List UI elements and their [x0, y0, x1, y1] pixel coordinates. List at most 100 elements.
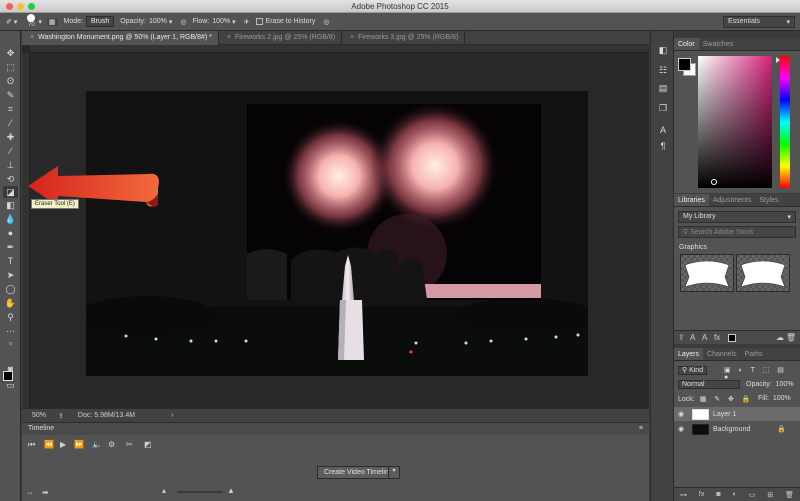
link-layers-icon[interactable]: ⊶	[680, 491, 687, 499]
chevron-down-icon[interactable]: ▾	[169, 18, 173, 26]
quick-selection-tool-icon[interactable]: ✎	[3, 89, 18, 101]
library-graphic-2[interactable]	[736, 254, 790, 292]
edit-toolbar-icon[interactable]: ▫	[3, 337, 18, 349]
color-field[interactable]	[698, 56, 772, 188]
screen-mode-icon[interactable]: ▭	[3, 379, 18, 391]
first-frame-icon[interactable]: ⏮	[28, 440, 35, 450]
next-frame-icon[interactable]: ⏩	[74, 440, 84, 449]
eraser-icon[interactable]: ✐	[6, 18, 12, 26]
layer-row-background[interactable]: ◉ Background 🔒	[674, 422, 800, 436]
tab-fireworks-3[interactable]: × Fireworks 3.jpg @ 25% (RGB/8)	[342, 31, 466, 45]
eraser-tool-icon[interactable]: ◪	[3, 186, 18, 198]
transition-icon[interactable]: ◩	[144, 440, 152, 449]
zoom-tool-icon[interactable]: ⚲	[3, 311, 18, 323]
layer-filter-select[interactable]: ⚲ Kind	[678, 366, 718, 377]
split-icon[interactable]: ✂	[126, 440, 133, 449]
type-tool-icon[interactable]: T	[3, 255, 18, 267]
history-brush-tool-icon[interactable]: ⟲	[3, 173, 18, 185]
brush-settings-icon[interactable]: ▦	[46, 17, 58, 26]
tab-close-icon[interactable]: ×	[350, 34, 354, 41]
tab-channels[interactable]: Channels	[703, 348, 741, 360]
path-selection-tool-icon[interactable]: ➤	[3, 269, 18, 281]
pen-tool-icon[interactable]: ✒	[3, 241, 18, 253]
zoom-in-icon[interactable]: ▲	[227, 486, 235, 495]
tab-color[interactable]: Color	[674, 38, 699, 50]
library-graphic-1[interactable]	[680, 254, 734, 292]
convert-icon[interactable]: ⇔	[26, 488, 34, 497]
add-fx-icon[interactable]: fx	[714, 333, 720, 342]
character-panel-icon[interactable]: A	[657, 125, 669, 137]
more-tools-icon[interactable]: ···	[3, 325, 18, 337]
tab-paths[interactable]: Paths	[741, 348, 767, 360]
add-mask-icon[interactable]: ◙	[716, 491, 720, 498]
chevron-down-icon[interactable]: ▾	[388, 466, 400, 479]
play-icon[interactable]: ▶	[60, 440, 66, 449]
status-menu-icon[interactable]: ›	[171, 412, 173, 419]
gradient-tool-icon[interactable]: ◧	[3, 199, 18, 211]
delete-layer-icon[interactable]: 🗑	[785, 491, 794, 499]
layer-filter-icons[interactable]: ▣ ◐ T ⬚ ▤ ●	[724, 366, 794, 381]
share-icon[interactable]: ⇪	[58, 412, 64, 420]
zoom-out-icon[interactable]: ▴	[162, 486, 166, 495]
brush-tool-icon[interactable]: ∕	[3, 145, 18, 157]
layer-opacity-value[interactable]: 100%	[776, 381, 794, 388]
tab-washington-monument[interactable]: × Washington Monument.png @ 50% (Layer 1,…	[22, 31, 219, 45]
dodge-tool-icon[interactable]: ●	[3, 227, 18, 239]
tab-swatches[interactable]: Swatches	[699, 38, 737, 50]
hand-tool-icon[interactable]: ✋	[3, 297, 18, 309]
blur-tool-icon[interactable]: 💧	[3, 213, 18, 225]
add-text-icon[interactable]: A	[702, 333, 707, 342]
erase-history-checkbox[interactable]	[255, 18, 263, 25]
properties-panel-icon[interactable]: ☷	[657, 65, 669, 77]
settings-icon[interactable]: ⚙	[108, 440, 115, 449]
info-panel-icon[interactable]: ▤	[657, 83, 669, 95]
blend-mode-select[interactable]: Normal	[678, 380, 740, 391]
new-layer-icon[interactable]: ⊞	[767, 491, 773, 499]
fill-value[interactable]: 100%	[773, 395, 791, 402]
zoom-level[interactable]: 50%	[32, 412, 46, 419]
eye-icon[interactable]: ◉	[674, 410, 688, 418]
chevron-down-icon[interactable]: ▾	[14, 18, 18, 26]
chevron-down-icon[interactable]: ▾	[232, 18, 236, 26]
audio-icon[interactable]: 🔈	[92, 440, 102, 449]
flow-value[interactable]: 100%	[212, 18, 230, 25]
tab-close-icon[interactable]: ×	[227, 34, 231, 41]
quick-mask-icon[interactable]: ◙	[3, 363, 18, 375]
crop-tool-icon[interactable]: ⌗	[3, 103, 18, 115]
layer-opacity[interactable]: Opacity: 100%	[746, 381, 794, 392]
render-icon[interactable]: ➦	[42, 488, 49, 497]
airbrush-icon[interactable]: ✈	[244, 18, 250, 26]
mode-select[interactable]: Brush	[86, 16, 115, 27]
eye-icon[interactable]: ◉	[674, 425, 688, 433]
library-select[interactable]: My Library ▾	[678, 211, 796, 223]
trash-icon[interactable]: 🗑	[786, 333, 796, 342]
new-group-icon[interactable]: ▭	[749, 491, 756, 499]
adjustment-layer-icon[interactable]: ◐	[733, 491, 737, 498]
vertical-ruler[interactable]	[22, 53, 30, 408]
tab-layers[interactable]: Layers	[674, 348, 704, 360]
foreground-color-chip[interactable]	[678, 58, 691, 71]
fireworks-photo[interactable]	[247, 101, 541, 300]
prev-frame-icon[interactable]: ⏪	[44, 440, 54, 449]
layer-row-layer-1[interactable]: ◉ Layer 1	[674, 407, 800, 421]
tab-adjustments[interactable]: Adjustments	[709, 194, 756, 206]
cloud-icon[interactable]: ☁	[776, 333, 784, 342]
add-color-icon[interactable]	[728, 334, 736, 342]
eyedropper-tool-icon[interactable]: ⁄	[3, 117, 18, 129]
paragraph-panel-icon[interactable]: ¶	[657, 141, 669, 153]
navigator-panel-icon[interactable]: ❐	[657, 103, 669, 115]
brush-preset-picker[interactable]: 70	[27, 14, 36, 29]
opacity-value[interactable]: 100%	[149, 18, 167, 25]
stock-search-input[interactable]: ⚲ Search Adobe Stock	[678, 226, 796, 238]
tab-styles[interactable]: Styles	[755, 194, 782, 206]
tab-libraries[interactable]: Libraries	[674, 194, 709, 206]
ellipse-tool-icon[interactable]: ◯	[3, 283, 18, 295]
lock-icons[interactable]: ▦ ✎ ✥ 🔒	[700, 396, 754, 403]
tab-close-icon[interactable]: ×	[30, 34, 34, 41]
workspace-select[interactable]: Essentials ▾	[723, 16, 795, 28]
brush-panel-icon[interactable]: ▾	[38, 18, 42, 26]
move-tool-icon[interactable]: ✥	[3, 47, 18, 59]
hue-slider[interactable]	[776, 56, 790, 188]
lasso-tool-icon[interactable]: ʘ	[3, 75, 18, 87]
clone-stamp-tool-icon[interactable]: ⊥	[3, 159, 18, 171]
